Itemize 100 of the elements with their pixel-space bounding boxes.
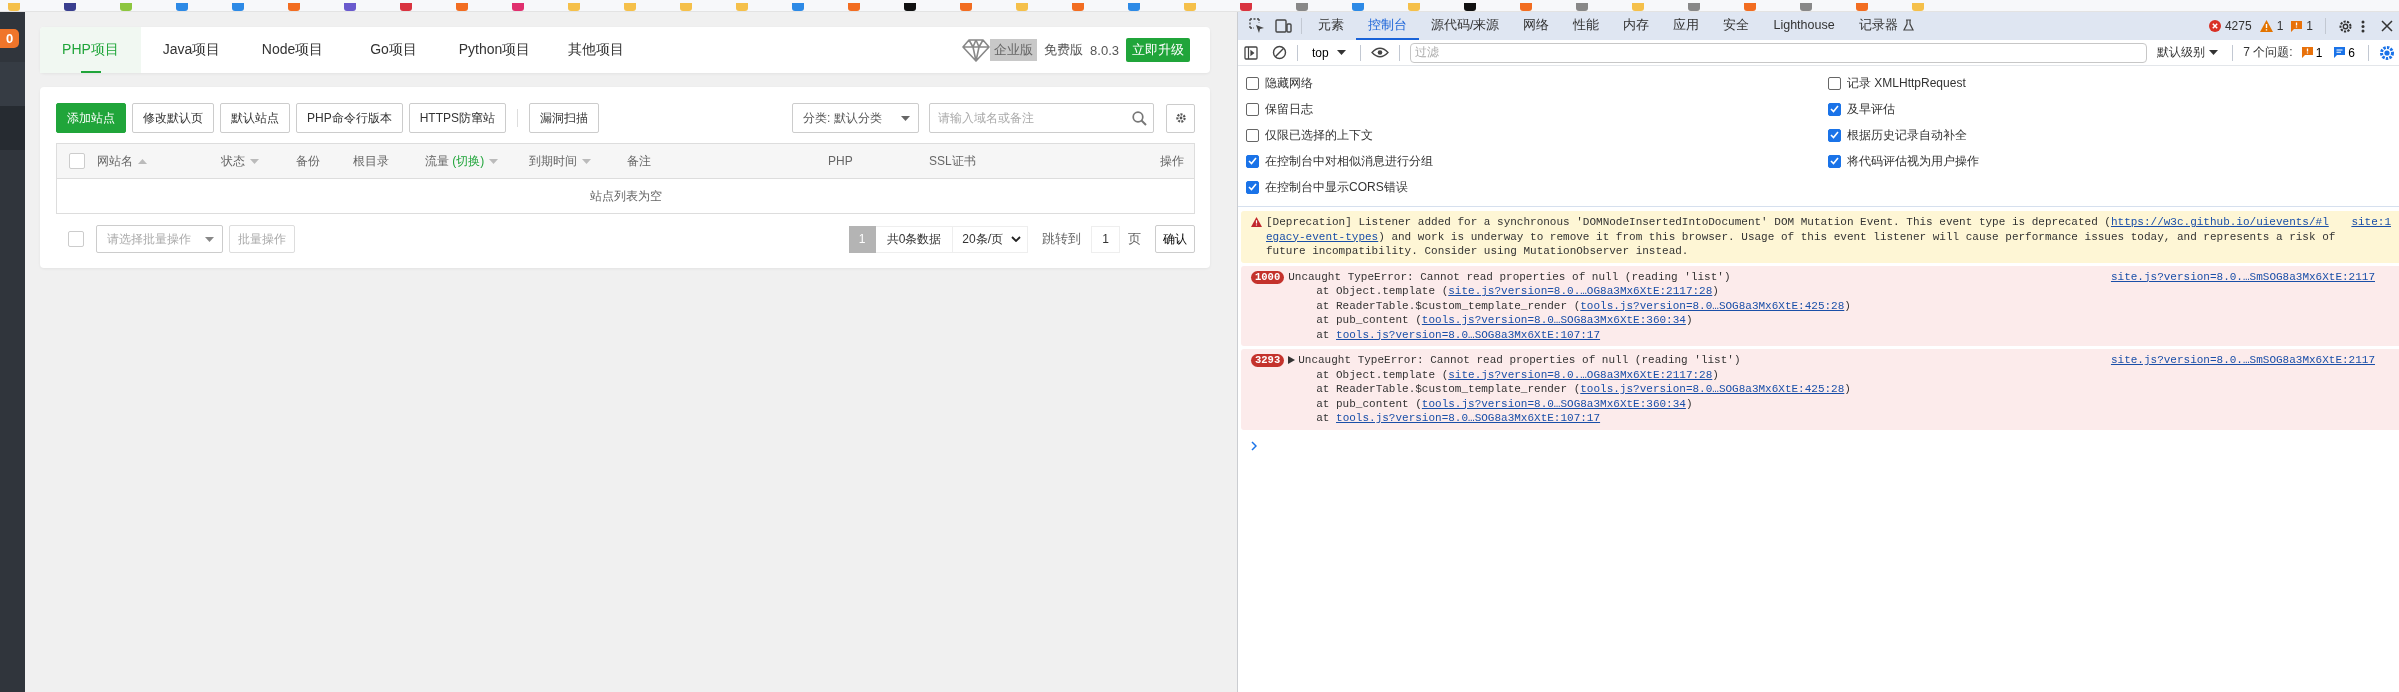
issues-label: 7 个问题: bbox=[2243, 44, 2293, 61]
issue-count[interactable]: 1 bbox=[2298, 45, 2326, 60]
more-icon[interactable] bbox=[2361, 19, 2365, 33]
devtools-tab[interactable]: 记录器 bbox=[1846, 12, 1926, 40]
devtools-tab[interactable]: 控制台 bbox=[1356, 12, 1419, 40]
clear-icon[interactable] bbox=[1272, 45, 1287, 60]
setting-option[interactable]: 根据历史记录自动补全 bbox=[1828, 122, 2399, 148]
bookmark-icon[interactable] bbox=[344, 3, 356, 11]
bookmark-icon[interactable] bbox=[1464, 3, 1476, 11]
setting-option[interactable]: 在控制台中显示CORS错误 bbox=[1246, 174, 1828, 200]
link[interactable]: tools.js?version=8.0…SOG8a3Mx6XtE:107:17 bbox=[1336, 328, 1601, 341]
column-header[interactable]: 操作 bbox=[1160, 152, 1184, 170]
issue-count[interactable]: 6 bbox=[2331, 45, 2358, 60]
setting-option[interactable]: 记录 XMLHttpRequest bbox=[1828, 70, 2399, 96]
bookmark-icon[interactable] bbox=[64, 3, 76, 11]
batch-checkbox[interactable] bbox=[68, 231, 84, 247]
link[interactable]: tools.js?version=8.0…SOG8a3Mx6XtE:360:34 bbox=[1421, 314, 1686, 326]
issue-counter[interactable]: 1 bbox=[2291, 19, 2313, 33]
page-input[interactable]: 1 bbox=[1091, 225, 1120, 253]
sort-arrow-icon bbox=[138, 158, 147, 164]
level-select[interactable]: 默认级别 bbox=[2153, 44, 2223, 61]
devtools-tab[interactable]: 源代码/来源 bbox=[1419, 12, 1512, 40]
column-header[interactable]: 到期时间 bbox=[529, 152, 577, 170]
context-select[interactable]: top bbox=[1308, 45, 1350, 60]
toolbar-button[interactable]: 默认站点 bbox=[220, 103, 290, 133]
setting-checkbox[interactable] bbox=[1828, 154, 1841, 168]
project-tab[interactable]: Node项目 bbox=[242, 27, 343, 73]
column-header[interactable]: SSL证书 bbox=[929, 152, 976, 170]
column-header[interactable]: 备注 bbox=[627, 152, 651, 170]
settings-icon bbox=[1174, 112, 1187, 124]
devtools-tab[interactable]: 内存 bbox=[1611, 12, 1662, 40]
source-link[interactable]: site.js?version=8.0.…SmSOG8a3Mx6XtE:2117 bbox=[2110, 353, 2375, 368]
link[interactable]: site.js?version=8.0.…OG8a3Mx6XtE:2117:28 bbox=[1448, 368, 1713, 381]
settings-icon[interactable] bbox=[2379, 44, 2395, 61]
column-header[interactable]: PHP bbox=[828, 154, 853, 168]
bookmark-icon[interactable] bbox=[400, 3, 412, 11]
setting-checkbox[interactable] bbox=[1246, 154, 1259, 168]
setting-option[interactable]: 仅限已选择的上下文 bbox=[1246, 122, 1828, 148]
sidebar-toggle-icon[interactable] bbox=[1244, 45, 1258, 60]
sidebar-item[interactable] bbox=[0, 106, 25, 150]
page-size-select[interactable]: 20条/页 bbox=[953, 225, 1028, 253]
bookmark-icon[interactable] bbox=[904, 3, 916, 11]
link[interactable]: tools.js?version=8.0…SOG8a3Mx6XtE:360:34 bbox=[1421, 397, 1686, 410]
scan-button[interactable]: 漏洞扫描 bbox=[529, 103, 600, 133]
notification-badge: 0 bbox=[0, 29, 19, 48]
devtools-tab[interactable]: 网络 bbox=[1511, 12, 1562, 40]
setting-checkbox[interactable] bbox=[1246, 128, 1259, 142]
toolbar-button[interactable]: PHP命令行版本 bbox=[296, 103, 403, 133]
sidebar-item[interactable] bbox=[0, 62, 25, 106]
setting-checkbox[interactable] bbox=[1828, 76, 1841, 90]
source-link[interactable]: site:1 bbox=[2351, 215, 2391, 230]
project-tab[interactable]: Go项目 bbox=[343, 27, 444, 73]
column-header[interactable]: 备份 bbox=[296, 152, 320, 170]
expand-arrow-icon[interactable] bbox=[1288, 356, 1296, 365]
warning-counter[interactable]: 1 bbox=[2259, 19, 2284, 33]
link[interactable]: site.js?version=8.0.…OG8a3Mx6XtE:2117:28 bbox=[1448, 285, 1713, 297]
setting-checkbox[interactable] bbox=[1246, 76, 1259, 90]
setting-option[interactable]: 及早评估 bbox=[1828, 96, 2399, 122]
setting-option[interactable]: 将代码评估视为用户操作 bbox=[1828, 148, 2399, 174]
column-header[interactable]: 状态 bbox=[221, 152, 245, 170]
link[interactable]: egacy-event-types bbox=[1266, 230, 1379, 243]
column-header[interactable]: 网站名 bbox=[97, 152, 133, 170]
devtools-tab[interactable]: Lighthouse bbox=[1761, 12, 1847, 40]
search-icon[interactable] bbox=[1132, 110, 1147, 126]
link[interactable]: tools.js?version=8.0…SOG8a3Mx6XtE:425:28 bbox=[1580, 383, 1845, 395]
issue-icon bbox=[2301, 47, 2313, 58]
select-all-checkbox[interactable] bbox=[69, 153, 85, 169]
confirm-button[interactable]: 确认 bbox=[1155, 225, 1195, 253]
toolbar-button[interactable]: HTTPS防窜站 bbox=[408, 103, 507, 133]
message-icon bbox=[2334, 47, 2346, 58]
eye-icon[interactable] bbox=[1370, 47, 1389, 58]
setting-checkbox[interactable] bbox=[1828, 128, 1841, 142]
project-tab[interactable]: 其他项目 bbox=[545, 27, 646, 73]
close-icon[interactable] bbox=[2381, 20, 2393, 32]
settings-icon[interactable] bbox=[2338, 18, 2353, 34]
settings-button[interactable] bbox=[1166, 103, 1195, 133]
bookmark-icon[interactable] bbox=[1240, 3, 1252, 11]
devtools-tab[interactable]: 安全 bbox=[1711, 12, 1762, 40]
setting-checkbox[interactable] bbox=[1246, 180, 1259, 194]
column-header[interactable]: 根目录 bbox=[353, 152, 389, 170]
setting-option[interactable]: 在控制台中对相似消息进行分组 bbox=[1246, 148, 1828, 174]
category-select[interactable]: 分类: 默认分类 bbox=[792, 103, 919, 133]
devtools-tab[interactable]: 应用 bbox=[1661, 12, 1712, 40]
devtools-tab[interactable]: 元素 bbox=[1306, 12, 1356, 40]
link[interactable]: https://w3c.github.io/uievents/#l bbox=[2110, 216, 2329, 228]
error-counter[interactable]: 4275 bbox=[2208, 19, 2252, 33]
project-tab[interactable]: Java项目 bbox=[141, 27, 242, 73]
setting-checkbox[interactable] bbox=[1246, 102, 1259, 116]
devtools-tab[interactable]: 性能 bbox=[1561, 12, 1612, 40]
source-link[interactable]: site.js?version=8.0.…SmSOG8a3Mx6XtE:2117 bbox=[2110, 269, 2375, 284]
project-tab[interactable]: Python项目 bbox=[444, 27, 545, 73]
link[interactable]: tools.js?version=8.0…SOG8a3Mx6XtE:425:28 bbox=[1580, 299, 1845, 312]
link[interactable]: tools.js?version=8.0…SOG8a3Mx6XtE:107:17 bbox=[1336, 412, 1601, 424]
toolbar-button[interactable]: 修改默认页 bbox=[132, 103, 214, 133]
setting-checkbox[interactable] bbox=[1828, 102, 1841, 116]
prompt-chevron-icon[interactable] bbox=[1251, 440, 1257, 451]
setting-option[interactable]: 隐藏网络 bbox=[1246, 70, 1828, 96]
setting-option[interactable]: 保留日志 bbox=[1246, 96, 1828, 122]
column-header[interactable]: 流量 (切换) bbox=[425, 152, 485, 170]
total-count: 共0条数据 bbox=[875, 225, 954, 253]
